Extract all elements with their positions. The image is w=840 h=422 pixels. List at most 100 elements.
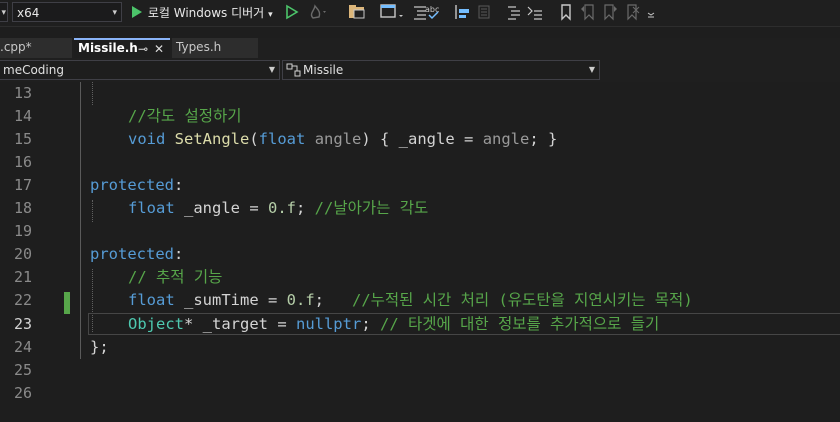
code-line: 22 float _sumTime = 0.f; //누적된 시간 처리 (유도…	[0, 289, 840, 312]
overflow-chevron-icon	[647, 12, 655, 18]
start-without-debug-button[interactable]	[284, 3, 300, 21]
code-text: _angle =	[174, 199, 268, 217]
play-outline-icon	[286, 4, 299, 20]
line-number: 20	[13, 245, 32, 263]
line-number: 16	[13, 153, 32, 171]
code-line: 19	[0, 220, 840, 243]
platform-dropdown[interactable]: x64 ▾	[12, 2, 122, 22]
line-number: 23	[13, 315, 32, 333]
code-keyword: void	[128, 130, 166, 148]
navigation-bar: meCoding ▼ Missile ▼	[0, 58, 840, 83]
config-dropdown[interactable]: ▾	[0, 2, 8, 22]
line-number: 15	[13, 130, 32, 148]
toggle-bookmark-button[interactable]	[558, 3, 574, 21]
scope-name: Missile	[303, 63, 344, 77]
code-comment: //누적된 시간 처리 (유도탄을 지연시키는 목적)	[351, 291, 693, 309]
bookmark-tool-button[interactable]	[454, 3, 470, 21]
code-keyword: float	[258, 130, 306, 148]
play-icon	[132, 6, 142, 18]
code-comment: // 추적 기능	[128, 268, 223, 286]
code-line: 21 // 추적 기능	[0, 266, 840, 289]
line-number: 13	[13, 84, 32, 102]
project-name: meCoding	[3, 63, 64, 77]
code-keyword: float	[128, 199, 175, 217]
code-text: * _target =	[184, 315, 296, 333]
tab-cpp-file[interactable]: .cpp*	[0, 38, 72, 58]
line-number: 21	[13, 268, 32, 286]
code-line: 14 //각도 설정하기	[0, 105, 840, 128]
code-text: };	[90, 338, 109, 356]
project-dropdown[interactable]: meCoding ▼	[0, 60, 280, 80]
chevron-down-icon: ▼	[268, 65, 275, 74]
scope-dropdown[interactable]: Missile ▼	[282, 60, 600, 80]
flame-icon	[310, 4, 326, 19]
line-number: 18	[13, 199, 32, 217]
code-line: 16	[0, 151, 840, 174]
tab-missile-h[interactable]: Missile.h ⊸ ✕	[74, 38, 170, 58]
toolbar-overflow-button[interactable]	[646, 3, 656, 21]
code-line: 18 float _angle = 0.f; //날아가는 각도	[0, 197, 840, 220]
chevron-down-icon: ▼	[588, 65, 595, 74]
comment-lines-icon	[508, 6, 520, 20]
code-line: 20 protected:	[0, 243, 840, 266]
spell-check-icon: abc	[425, 5, 439, 20]
pin-icon[interactable]: ⊸	[138, 41, 148, 58]
code-line-current: 23 Object* _target = nullptr; // 타겟에 대한 …	[0, 313, 840, 336]
window-layout-icon	[380, 4, 403, 18]
code-comment: //각도 설정하기	[128, 107, 242, 125]
code-param: angle	[482, 130, 530, 148]
spell-check-button[interactable]: abc	[424, 3, 444, 21]
code-keyword: float	[128, 291, 175, 309]
tab-label: Missile.h	[78, 41, 138, 55]
code-line: 24 };	[0, 336, 840, 359]
code-line: 15 void SetAngle(float angle) { _angle =…	[0, 128, 840, 151]
bookmark-prev-icon	[581, 4, 594, 21]
code-function: SetAngle	[174, 130, 250, 148]
debugger-label: 로컬 Windows 디버거	[147, 6, 265, 20]
tab-types-h[interactable]: Types.h	[172, 38, 258, 58]
code-number: 0.f	[268, 199, 296, 217]
code-keyword: nullptr	[295, 315, 362, 333]
tab-label: .cpp*	[0, 40, 32, 54]
code-text: ;	[314, 291, 352, 309]
code-comment: // 타겟에 대한 정보를 추가적으로 들기	[379, 315, 660, 333]
line-number: 24	[13, 338, 32, 356]
clear-bookmarks-button[interactable]	[624, 3, 640, 21]
code-text: _sumTime =	[174, 291, 287, 309]
uncomment-button[interactable]	[526, 3, 542, 21]
code-text: ) { _angle =	[361, 130, 483, 148]
solution-explorer-button[interactable]	[348, 3, 365, 21]
start-debug-button[interactable]: 로컬 Windows 디버거 ▾	[130, 3, 273, 23]
code-editor[interactable]: 13 14 //각도 설정하기 15 void SetAngle(float a…	[0, 82, 840, 422]
bookmark-next-icon	[604, 4, 617, 21]
line-number: 19	[13, 222, 32, 240]
code-line: 17 protected:	[0, 174, 840, 197]
code-number: 0.f	[286, 291, 315, 309]
code-keyword: protected	[90, 245, 174, 263]
document-lines-icon	[478, 5, 490, 19]
layout-button[interactable]	[380, 3, 403, 21]
line-number: 17	[13, 176, 32, 194]
code-text: ;	[361, 315, 380, 333]
uncomment-icon	[527, 6, 542, 20]
code-keyword: protected	[90, 176, 174, 194]
code-text: ;	[296, 199, 315, 217]
main-toolbar: ▾ x64 ▾ 로컬 Windows 디버거 ▾ abc	[0, 0, 840, 27]
platform-value: x64	[17, 6, 40, 20]
code-line: 26	[0, 382, 840, 405]
disabled-tool-button[interactable]	[476, 3, 492, 21]
code-line: 25	[0, 359, 840, 382]
line-number: 22	[13, 291, 32, 309]
folder-icon	[349, 5, 365, 19]
comment-button[interactable]	[506, 3, 522, 21]
code-text: ; }	[529, 130, 558, 148]
close-icon[interactable]: ✕	[154, 41, 164, 58]
prev-bookmark-button[interactable]	[580, 3, 596, 21]
class-icon	[286, 63, 301, 77]
next-bookmark-button[interactable]	[602, 3, 618, 21]
align-left-icon	[455, 5, 469, 19]
hot-reload-button[interactable]	[308, 3, 326, 21]
bookmark-icon	[561, 4, 571, 21]
line-number: 25	[13, 361, 32, 379]
bookmark-clear-icon	[627, 4, 640, 21]
